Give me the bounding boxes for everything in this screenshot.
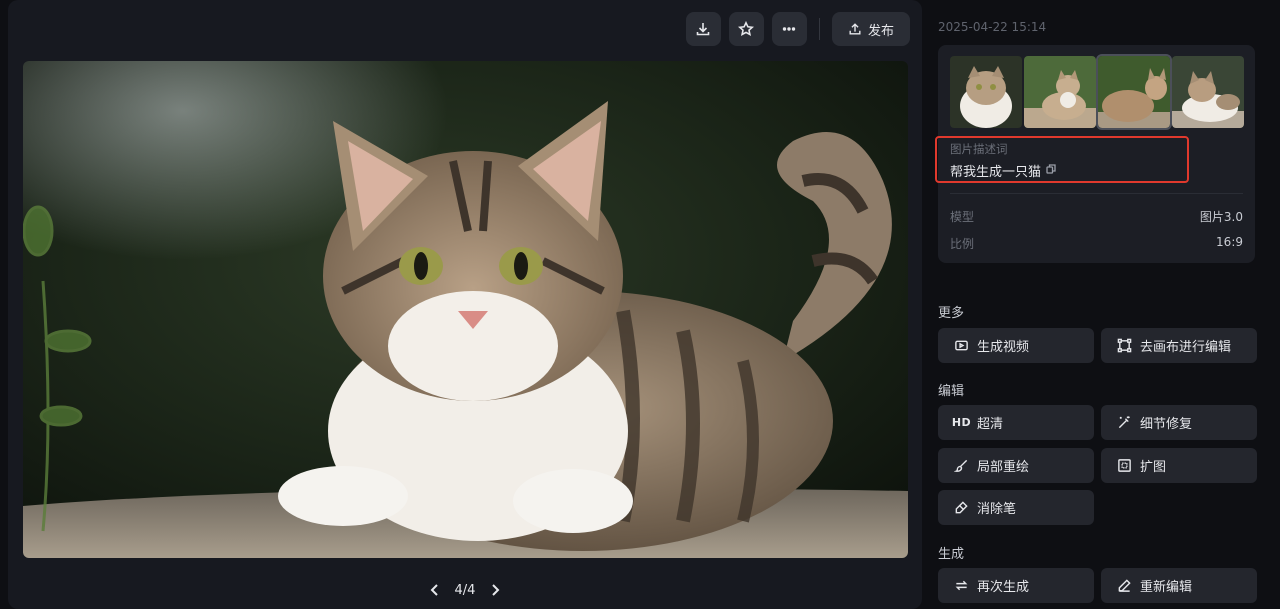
info-divider	[950, 193, 1243, 194]
thumbnail-2[interactable]	[1024, 56, 1096, 128]
section-title-edit: 编辑	[938, 384, 965, 399]
image-viewer-panel: 发布 4/4	[8, 0, 922, 609]
cat-image	[23, 61, 908, 558]
inpaint-label: 局部重绘	[977, 460, 1030, 475]
image-pager: 4/4	[8, 582, 922, 598]
chevron-left-icon	[430, 584, 438, 596]
timestamp: 2025-04-22 15:14	[938, 20, 1047, 34]
favorite-button[interactable]	[728, 12, 764, 46]
more-icon	[783, 27, 796, 31]
chevron-right-icon	[492, 584, 500, 596]
prompt-label: 图片描述词	[950, 142, 1008, 156]
magic-wand-icon	[1118, 416, 1130, 429]
eraser-label: 消除笔	[977, 502, 1017, 517]
refresh-icon	[955, 580, 968, 591]
next-image-button[interactable]	[487, 582, 503, 598]
thumbnail-4[interactable]	[1172, 56, 1244, 128]
section-title-more: 更多	[938, 306, 965, 321]
model-key: 模型	[950, 210, 975, 224]
publish-label: 发布	[867, 23, 894, 39]
copy-prompt-button[interactable]	[1046, 163, 1056, 178]
canvas-edit-button[interactable]: 去画布进行编辑	[1101, 328, 1257, 363]
pencil-icon	[1118, 579, 1131, 592]
expand-label: 扩图	[1140, 460, 1167, 475]
video-icon	[955, 340, 968, 351]
reedit-button[interactable]: 重新编辑	[1101, 568, 1257, 603]
reedit-label: 重新编辑	[1140, 580, 1193, 595]
generate-video-label: 生成视频	[977, 340, 1030, 355]
download-icon	[697, 23, 710, 36]
regenerate-button[interactable]: 再次生成	[938, 568, 1094, 603]
brush-icon	[954, 459, 968, 472]
main-image[interactable]	[23, 61, 908, 558]
eraser-icon	[955, 501, 968, 514]
hd-upscale-label: 超清	[977, 417, 1004, 432]
eraser-button[interactable]: 消除笔	[938, 490, 1094, 525]
cat-thumbnail	[1172, 56, 1244, 128]
detail-fix-label: 细节修复	[1140, 417, 1193, 432]
section-title-generate: 生成	[938, 547, 965, 562]
thumbnail-1[interactable]	[950, 56, 1022, 128]
model-row: 模型 图片3.0	[950, 208, 1243, 225]
copy-icon	[1046, 164, 1056, 174]
expand-icon	[1118, 459, 1131, 472]
more-button[interactable]	[771, 12, 807, 46]
toolbar-divider	[818, 18, 820, 40]
ratio-key: 比例	[950, 237, 975, 251]
info-card: 图片描述词 帮我生成一只猫 模型 图片3.0 比例 16:9	[935, 45, 1255, 263]
expand-button[interactable]: 扩图	[1101, 448, 1257, 483]
cat-thumbnail	[950, 56, 1022, 128]
star-icon	[738, 21, 755, 37]
page-counter: 4/4	[454, 582, 476, 598]
prompt-text: 帮我生成一只猫	[950, 161, 1056, 180]
prev-image-button[interactable]	[427, 582, 443, 598]
prompt-text-value: 帮我生成一只猫	[950, 165, 1042, 180]
viewer-toolbar: 发布	[685, 12, 910, 46]
hd-icon: HD	[951, 416, 972, 429]
detail-fix-button[interactable]: 细节修复	[1101, 405, 1257, 440]
regenerate-label: 再次生成	[977, 580, 1030, 595]
thumbnail-strip	[950, 54, 1244, 130]
thumbnail-3[interactable]	[1096, 54, 1172, 130]
inpaint-button[interactable]: 局部重绘	[938, 448, 1094, 483]
canvas-edit-label: 去画布进行编辑	[1140, 340, 1232, 355]
cat-thumbnail	[1024, 56, 1096, 128]
generate-video-button[interactable]: 生成视频	[938, 328, 1094, 363]
hd-upscale-button[interactable]: HD 超清	[938, 405, 1094, 440]
publish-button[interactable]: 发布	[831, 12, 910, 46]
canvas-icon	[1117, 338, 1132, 353]
ratio-value: 16:9	[1216, 235, 1243, 249]
model-value: 图片3.0	[1199, 210, 1243, 224]
upload-icon	[849, 23, 861, 35]
ratio-row: 比例 16:9	[950, 235, 1243, 252]
cat-thumbnail	[1098, 56, 1170, 128]
download-button[interactable]	[685, 12, 721, 46]
